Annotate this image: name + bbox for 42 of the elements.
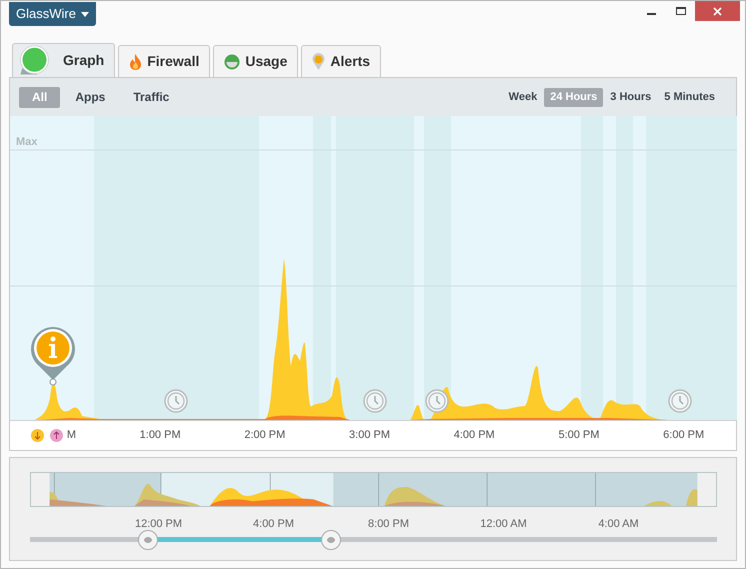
time-label: M <box>66 429 76 442</box>
flame-icon <box>129 54 142 70</box>
clock-icon[interactable] <box>668 389 692 413</box>
time-label: 5:00 PM <box>558 429 600 442</box>
filter-button[interactable]: Traffic <box>120 86 182 108</box>
time-label: 4:00 AM <box>598 518 639 530</box>
tab[interactable]: Graph <box>12 43 116 77</box>
time-label: 6:00 PM <box>663 429 704 442</box>
range-button[interactable]: 3 Hours <box>604 88 658 106</box>
download-icon <box>31 429 44 442</box>
gauge-icon <box>224 54 240 70</box>
time-label: 1:00 PM <box>140 429 181 442</box>
max-label: Max <box>16 135 38 150</box>
clock-icon[interactable] <box>363 389 387 413</box>
close-button[interactable] <box>695 1 740 21</box>
range-button[interactable]: 5 Minutes <box>658 88 721 106</box>
maximize-icon <box>676 7 686 15</box>
range-button[interactable]: Week <box>502 88 544 106</box>
clock-icon[interactable] <box>164 389 188 413</box>
tab[interactable]: Firewall <box>118 45 210 77</box>
minimize-icon <box>647 13 656 15</box>
time-label: 2:00 PM <box>244 429 286 442</box>
time-label: 3:00 PM <box>349 429 390 442</box>
tab[interactable]: Alerts <box>301 45 382 77</box>
slider-handle[interactable] <box>138 530 158 550</box>
close-icon <box>713 6 722 16</box>
pin-icon <box>312 53 326 70</box>
app-menu-button[interactable]: GlassWire <box>9 2 96 26</box>
range-slider[interactable] <box>30 529 717 551</box>
time-label: 12:00 PM <box>134 518 182 530</box>
caret-icon <box>80 12 89 16</box>
circle-logo-icon <box>19 45 50 76</box>
time-label: 4:00 PM <box>253 518 294 530</box>
filter-button[interactable]: Apps <box>62 86 118 108</box>
clock-icon[interactable] <box>425 389 449 413</box>
time-label: 8:00 PM <box>368 518 409 530</box>
time-label: 12:00 AM <box>480 518 527 530</box>
info-marker-icon[interactable] <box>29 324 77 386</box>
slider-handle[interactable] <box>320 530 341 550</box>
tab[interactable]: Usage <box>213 45 298 77</box>
time-label: 4:00 PM <box>454 429 495 442</box>
upload-icon <box>50 429 63 442</box>
